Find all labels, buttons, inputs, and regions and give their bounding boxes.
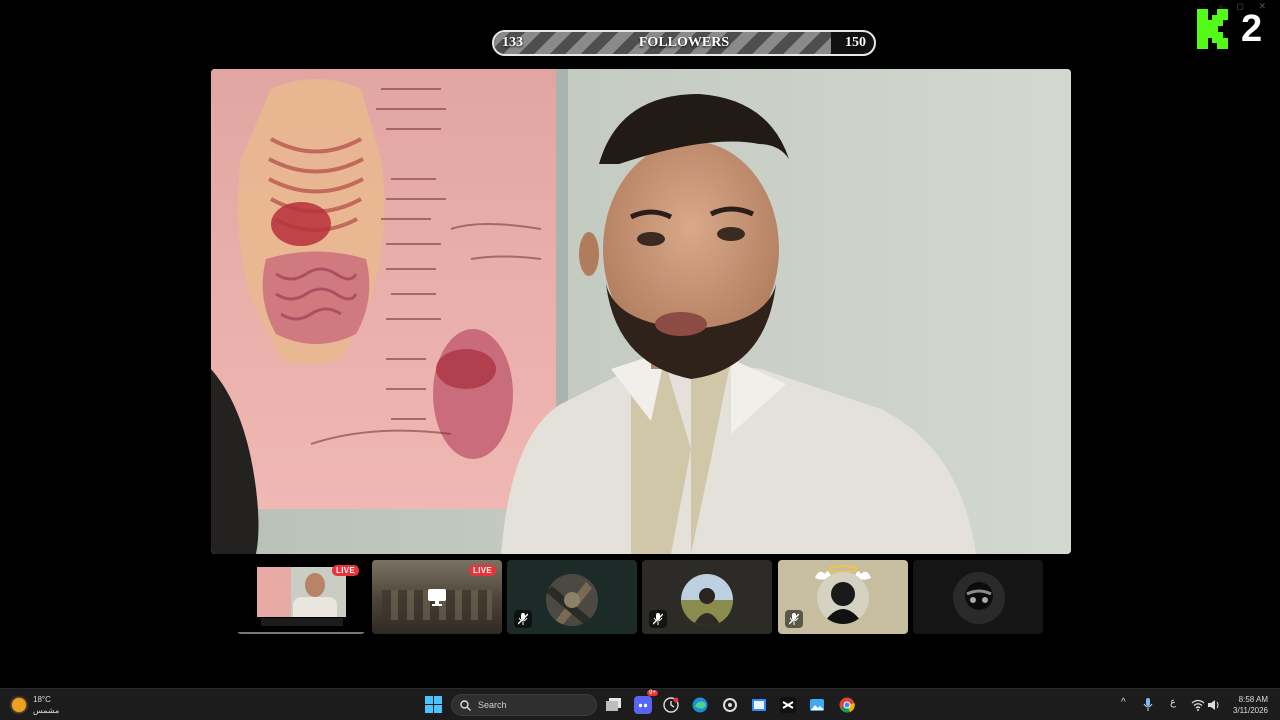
mic-muted-icon (649, 610, 667, 628)
language-indicator[interactable]: ع (1170, 697, 1176, 708)
task-view-icon[interactable] (605, 696, 623, 714)
tray-overflow-chevron-icon[interactable]: ^ (1121, 697, 1126, 708)
clock-time: 8:58 AM (1238, 695, 1268, 704)
mic-muted-icon (785, 610, 803, 628)
avatar (953, 572, 1005, 624)
edge-browser-icon[interactable] (691, 696, 709, 714)
main-video-feed[interactable] (211, 69, 1071, 554)
goal-label: FOLLOWERS (638, 35, 730, 50)
mic-muted-icon (514, 610, 532, 628)
participant-tile-screen-share[interactable]: LIVE (372, 560, 502, 634)
logo-number: 2 (1241, 8, 1263, 50)
kick-k-icon (1197, 9, 1228, 49)
discord-icon[interactable]: 9+ (634, 690, 658, 714)
discord-badge: 9+ (647, 690, 658, 696)
weather-widget[interactable]: 18°C مشمس (12, 694, 59, 716)
windows-start-icon[interactable] (425, 696, 442, 713)
search-icon (460, 699, 471, 711)
video-frame-illustration (211, 69, 1071, 554)
clock-app-icon[interactable] (662, 696, 680, 714)
steam-icon[interactable] (721, 696, 739, 714)
capcut-icon[interactable] (779, 696, 797, 714)
participant-tile-member-4[interactable] (642, 560, 772, 634)
goal-target-count: 150 (845, 35, 866, 50)
live-badge: LIVE (469, 565, 496, 576)
kick-logo: 2 (1197, 8, 1262, 50)
participant-tile-member-5[interactable] (778, 560, 908, 634)
sun-icon (12, 698, 26, 712)
avatar (681, 574, 733, 626)
weather-condition: مشمس (33, 706, 60, 715)
windows-taskbar: 18°C مشمس Search 9+ ^ ع 8:58 AM 3/11/202… (0, 688, 1280, 720)
participant-tile-member-6[interactable] (913, 560, 1043, 634)
taskbar-clock[interactable]: 8:58 AM 3/11/2026 (1233, 694, 1268, 716)
app-window-icon[interactable] (750, 696, 768, 714)
active-indicator (237, 632, 365, 634)
chrome-icon[interactable] (838, 696, 856, 714)
screen-share-icon (428, 589, 446, 606)
microphone-icon[interactable] (1139, 696, 1157, 714)
search-label: Search (478, 700, 507, 710)
clock-date: 3/11/2026 (1233, 706, 1268, 715)
weather-temp: 18°C (33, 695, 51, 704)
participant-tile-stream-preview[interactable]: LIVE (237, 560, 365, 634)
volume-icon[interactable] (1205, 696, 1223, 714)
avatar (817, 572, 869, 624)
follower-goal-bar: 133 FOLLOWERS 150 (492, 30, 876, 56)
photos-icon[interactable] (808, 696, 826, 714)
preview-strip (261, 618, 343, 626)
avatar (546, 574, 598, 626)
taskbar-search-box[interactable]: Search (451, 694, 597, 716)
participant-tile-member-3[interactable] (507, 560, 637, 634)
window-controls[interactable]: ▫ ◻ ✕ (1219, 1, 1272, 12)
live-badge: LIVE (332, 565, 359, 576)
